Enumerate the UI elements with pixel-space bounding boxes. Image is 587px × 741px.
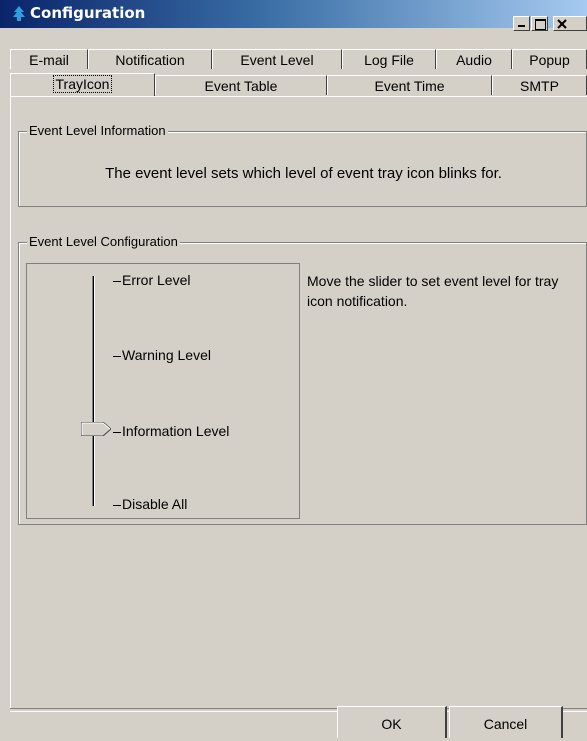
event-level-information-group: Event Level Information The event level …	[18, 123, 587, 207]
tab-label: Event Table	[204, 78, 278, 94]
close-icon	[557, 19, 567, 29]
tick-mark	[113, 432, 121, 433]
level-error[interactable]: Error Level	[122, 272, 190, 288]
cancel-button[interactable]: Cancel	[449, 706, 563, 738]
event-level-configuration-group: Event Level Configuration Error Level Wa…	[18, 234, 587, 525]
tick-mark	[113, 505, 121, 506]
event-level-slider[interactable]: Error Level Warning Level Information Le…	[26, 263, 300, 519]
minimize-icon	[518, 25, 525, 27]
tab-label: Popup	[529, 52, 570, 68]
minimize-button[interactable]	[513, 16, 530, 31]
slider-track[interactable]	[92, 276, 95, 506]
close-button[interactable]	[553, 16, 587, 31]
tab-log-file[interactable]: Log File	[342, 49, 436, 69]
slider-thumb[interactable]	[81, 422, 111, 436]
title-bar[interactable]: Configuration	[0, 0, 587, 31]
tab-label: Event Level	[240, 52, 314, 68]
tick-mark	[113, 356, 121, 357]
tab-popup[interactable]: Popup	[512, 49, 587, 69]
level-information[interactable]: Information Level	[122, 423, 229, 439]
tick-mark	[113, 281, 121, 282]
tab-notification[interactable]: Notification	[88, 49, 212, 69]
tab-label: Event Time	[374, 78, 445, 94]
tab-event-level[interactable]: Event Level	[212, 49, 342, 69]
tab-row-bottom: TrayIcon Event Table Event Time SMTP	[10, 73, 587, 97]
ok-button[interactable]: OK	[337, 706, 447, 738]
group-legend: Event Level Configuration	[27, 234, 180, 249]
level-warning[interactable]: Warning Level	[122, 347, 211, 363]
tab-email[interactable]: E-mail	[10, 49, 88, 69]
tab-row-top: E-mail Notification Event Level Log File…	[10, 49, 587, 69]
maximize-button[interactable]	[531, 16, 548, 31]
tab-label: SMTP	[520, 78, 559, 94]
tab-label: Audio	[456, 52, 492, 68]
tab-label: TrayIcon	[52, 75, 113, 93]
tab-trayicon[interactable]: TrayIcon	[10, 73, 155, 97]
tab-audio[interactable]: Audio	[436, 49, 512, 69]
configuration-window: Configuration E-mail Notification Event …	[0, 0, 587, 738]
app-tree-icon	[13, 6, 25, 21]
tab-event-time[interactable]: Event Time	[327, 75, 492, 95]
tab-label: Notification	[115, 52, 185, 68]
tab-smtp[interactable]: SMTP	[492, 75, 587, 95]
maximize-icon	[535, 19, 546, 30]
window-title: Configuration	[30, 4, 146, 22]
group-legend: Event Level Information	[27, 123, 168, 138]
slider-help-text: Move the slider to set event level for t…	[307, 273, 559, 309]
tab-label: E-mail	[29, 52, 69, 68]
info-text: The event level sets which level of even…	[105, 165, 502, 182]
level-disable-all[interactable]: Disable All	[122, 496, 187, 512]
tab-event-table[interactable]: Event Table	[155, 75, 327, 95]
tab-label: Log File	[364, 52, 414, 68]
